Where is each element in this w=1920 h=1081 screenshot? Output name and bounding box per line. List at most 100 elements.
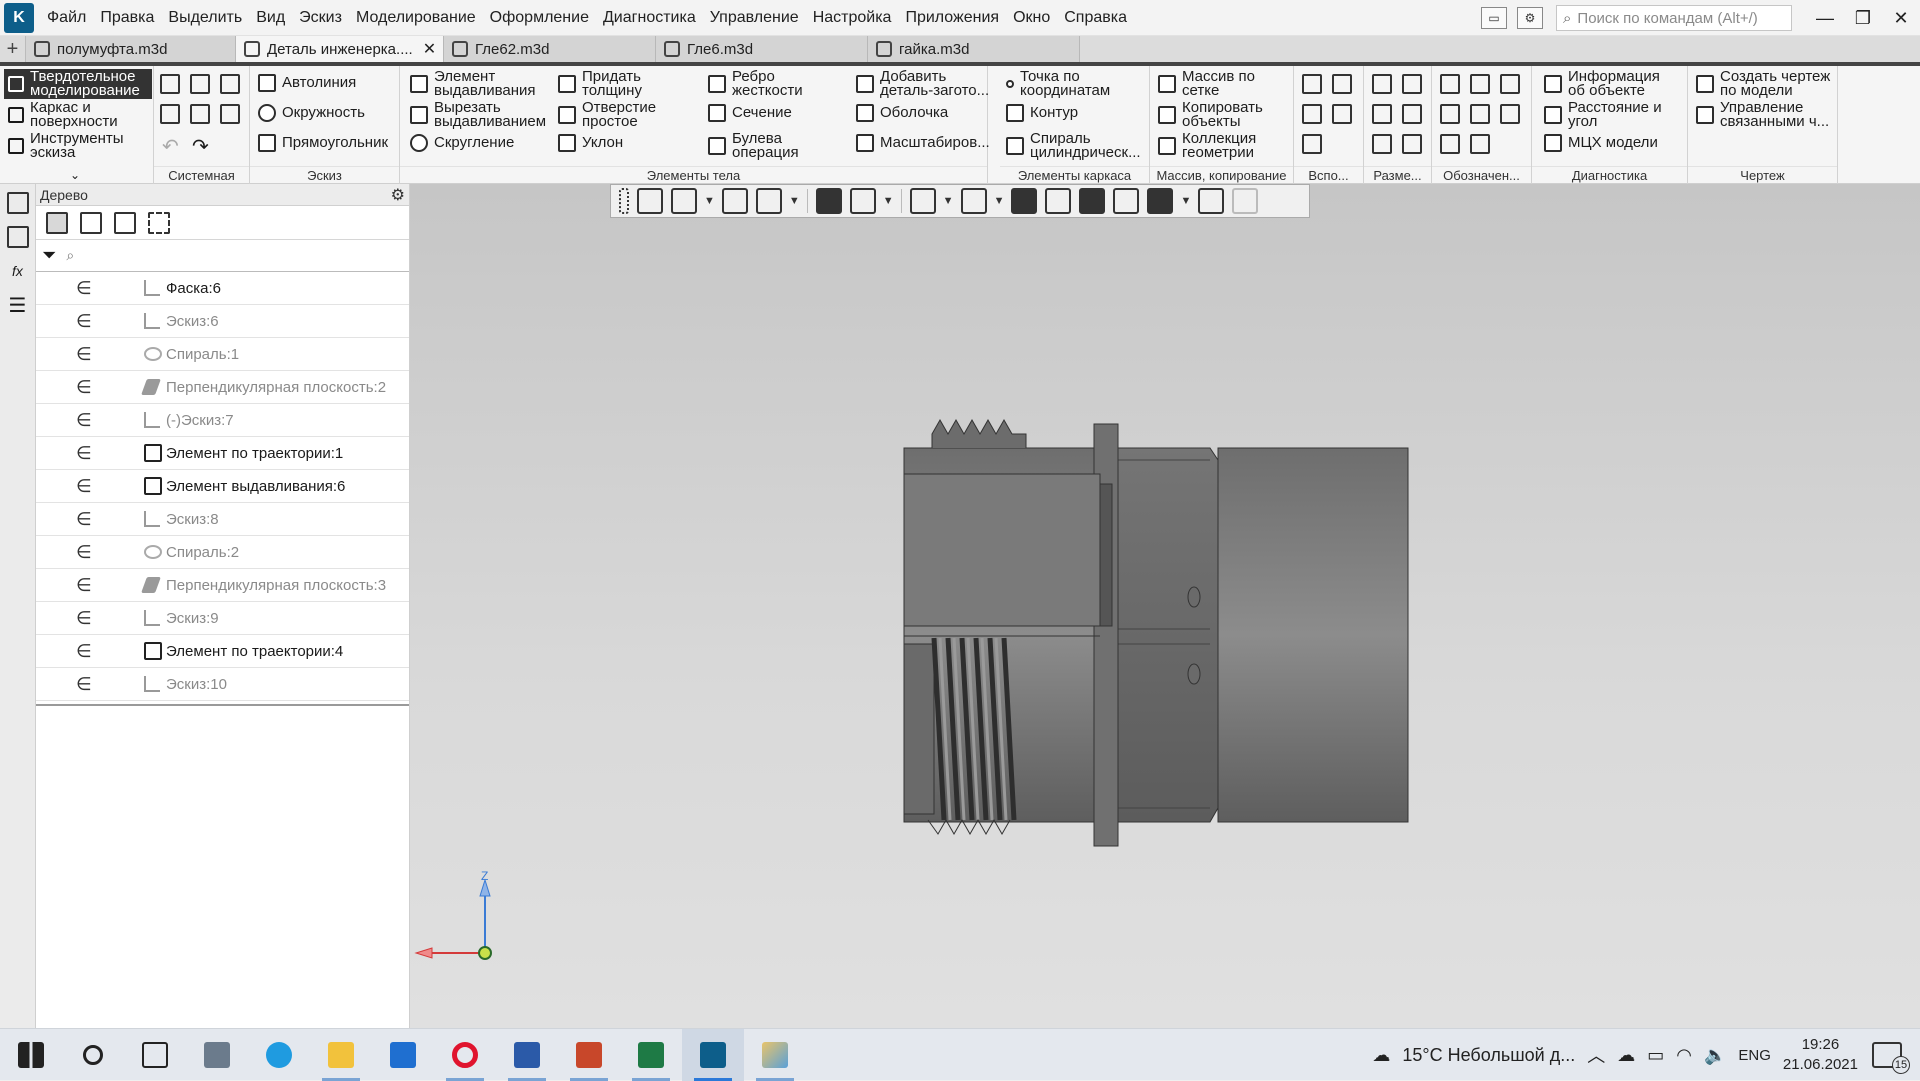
mode-wireframe-surfaces[interactable]: Каркас и поверхности xyxy=(4,100,152,130)
tree-row[interactable]: ∈ Эскиз:8 xyxy=(36,503,409,536)
mode-sketch-tools[interactable]: Инструменты эскиза xyxy=(4,131,152,161)
menu-view[interactable]: Вид xyxy=(249,0,292,36)
rectangle-button[interactable]: Прямоугольник xyxy=(258,134,388,152)
perspective-icon[interactable] xyxy=(1079,188,1106,214)
arc-dim-icon[interactable] xyxy=(1402,134,1422,154)
layout-icon[interactable]: ▭ xyxy=(1481,7,1507,29)
chevron-down-icon[interactable]: ▼ xyxy=(1180,195,1191,207)
kompas-taskbar-icon[interactable] xyxy=(682,1028,744,1081)
tab-gle62[interactable]: Гле62.m3d xyxy=(444,36,656,62)
hole-lower[interactable] xyxy=(1187,663,1201,685)
task-view-icon[interactable] xyxy=(124,1029,186,1081)
leader-icon[interactable] xyxy=(1440,104,1460,124)
maximize-button[interactable]: ❐ xyxy=(1844,8,1882,29)
menu-file[interactable]: Файл xyxy=(40,0,93,36)
angular-dim-icon[interactable] xyxy=(1402,74,1422,94)
edge-icon[interactable] xyxy=(248,1029,310,1081)
tree-row[interactable]: ∈ Перпендикулярная плоскость:2 xyxy=(36,371,409,404)
cloud-icon[interactable]: ☁ xyxy=(1617,1045,1635,1066)
tree-row[interactable]: ∈ Эскиз:10 xyxy=(36,668,409,701)
draft-button[interactable]: Уклон xyxy=(558,134,623,152)
tree-row[interactable]: ∈ Спираль:1 xyxy=(36,338,409,371)
line-tool-icon[interactable] xyxy=(1302,134,1322,154)
selection-filter-icon[interactable] xyxy=(1147,188,1174,214)
offset-plane-icon[interactable] xyxy=(1302,104,1322,124)
cut-extrude-button[interactable]: Вырезать выдавливанием xyxy=(410,100,550,129)
thread-icon[interactable] xyxy=(1440,74,1460,94)
tree-structure-icon[interactable] xyxy=(46,211,68,234)
windows-start-icon[interactable] xyxy=(0,1029,62,1081)
notifications-icon[interactable]: 15 xyxy=(1872,1042,1910,1074)
point-by-coords-button[interactable]: Точка по координатам xyxy=(1006,69,1130,98)
new-file-icon[interactable] xyxy=(160,74,180,94)
opera-icon[interactable] xyxy=(434,1029,496,1081)
menu-window[interactable]: Окно xyxy=(1006,0,1057,36)
weather-text[interactable]: 15°C Небольшой д... xyxy=(1402,1045,1575,1066)
chevron-up-icon[interactable]: ︿ xyxy=(1587,1042,1605,1068)
measure-icon[interactable] xyxy=(1198,188,1225,214)
add-blank-button[interactable]: Добавить деталь-загото... xyxy=(856,69,996,98)
tree-row[interactable]: ∈Элемент выдавливания:7 xyxy=(36,701,409,704)
print-icon[interactable] xyxy=(160,104,180,124)
3d-viewport[interactable]: Z xyxy=(410,184,1920,1028)
radial-dim-icon[interactable] xyxy=(1372,104,1392,124)
app-logo-icon[interactable]: K xyxy=(4,2,34,33)
marking-icon[interactable] xyxy=(1500,104,1520,124)
copy-objects-button[interactable]: Копировать объекты xyxy=(1158,100,1282,129)
save-icon[interactable] xyxy=(220,74,240,94)
command-search-input[interactable]: ⌕ Поиск по командам (Alt+/) xyxy=(1556,5,1792,31)
excel-icon[interactable] xyxy=(620,1029,682,1081)
battery-icon[interactable]: ▭ xyxy=(1647,1045,1664,1066)
distance-angle-button[interactable]: Расстояние и угол xyxy=(1544,100,1678,129)
tree-row[interactable]: ∈ Перпендикулярная плоскость:3 xyxy=(36,569,409,602)
grid-array-button[interactable]: Массив по сетке xyxy=(1158,69,1282,98)
language-indicator[interactable]: ENG xyxy=(1738,1047,1771,1064)
tree-row[interactable]: ∈ Элемент по траектории:1 xyxy=(36,437,409,470)
mail-icon[interactable] xyxy=(372,1029,434,1081)
mode-solid-modeling[interactable]: Твердотельное моделирование xyxy=(4,69,152,99)
tree-row[interactable]: ∈ Спираль:2 xyxy=(36,536,409,569)
save-all-icon[interactable] xyxy=(220,104,240,124)
wireframe-display-icon[interactable] xyxy=(849,188,876,214)
weld-icon[interactable] xyxy=(1440,134,1460,154)
plane-icon[interactable] xyxy=(1302,74,1322,94)
paint-icon[interactable] xyxy=(744,1029,806,1081)
wifi-icon[interactable]: ◠ xyxy=(1676,1045,1692,1066)
undo-icon[interactable]: ↶ xyxy=(162,134,179,159)
chevron-down-icon[interactable]: ▼ xyxy=(883,195,894,207)
shaded-display-icon[interactable] xyxy=(815,188,842,214)
menu-sketch[interactable]: Эскиз xyxy=(292,0,349,36)
menu-design[interactable]: Оформление xyxy=(483,0,596,36)
base-icon[interactable] xyxy=(1500,74,1520,94)
circle-button[interactable]: Окружность xyxy=(258,104,365,122)
tree-order-icon[interactable] xyxy=(80,211,102,234)
thicken-button[interactable]: Придать толщину xyxy=(558,69,662,98)
redo-icon[interactable]: ↷ xyxy=(192,134,209,159)
tree-row[interactable]: ∈ Элемент выдавливания:6 xyxy=(36,470,409,503)
mass-properties-button[interactable]: МЦХ модели xyxy=(1544,134,1658,152)
section-button[interactable]: Сечение xyxy=(708,104,792,122)
search-icon[interactable] xyxy=(62,1029,124,1081)
hex-nut[interactable] xyxy=(1115,447,1219,823)
chevron-down-icon[interactable]: ▼ xyxy=(994,195,1005,207)
layers-icon[interactable] xyxy=(1113,188,1140,214)
menu-settings[interactable]: Настройка xyxy=(806,0,899,36)
rotate-icon[interactable] xyxy=(755,188,782,214)
tree-icon[interactable] xyxy=(6,192,29,214)
tree-row[interactable]: ∈ (-)Эскиз:7 xyxy=(36,404,409,437)
hole-upper[interactable] xyxy=(1187,586,1201,608)
calculator-icon[interactable] xyxy=(186,1029,248,1081)
fillet-button[interactable]: Скругление xyxy=(410,134,514,152)
tree-filter[interactable]: ⏷ ⌕ xyxy=(36,240,409,272)
point-tool-icon[interactable] xyxy=(1332,104,1352,124)
shell-button[interactable]: Оболочка xyxy=(856,104,948,122)
weather-icon[interactable]: ☁ xyxy=(1372,1045,1390,1066)
tab-gle6[interactable]: Гле6.m3d xyxy=(656,36,868,62)
tab-polumufta[interactable]: полумуфта.m3d xyxy=(26,36,236,62)
tree-row[interactable]: ∈ Фаска:6 xyxy=(36,272,409,305)
orient-icon[interactable] xyxy=(637,188,663,214)
scale-button[interactable]: Масштабиров... xyxy=(856,134,990,152)
diameter-dim-icon[interactable] xyxy=(1402,104,1422,124)
hide-icon[interactable] xyxy=(909,188,936,214)
right-cylinder[interactable] xyxy=(1217,447,1409,823)
